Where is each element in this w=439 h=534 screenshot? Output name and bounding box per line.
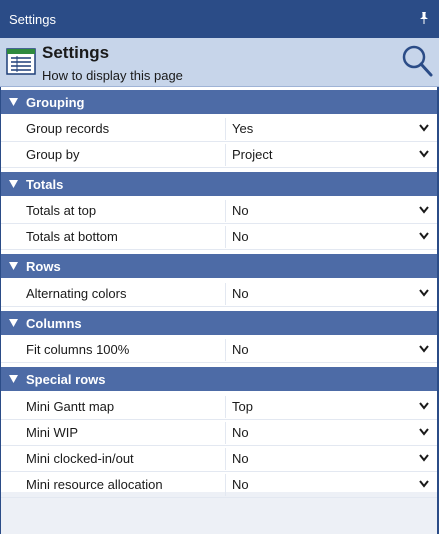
window-titlebar: Settings	[0, 0, 439, 38]
select-value: Top	[232, 399, 253, 414]
chevron-down-icon	[419, 454, 429, 462]
setting-row-mini-gantt-map: Mini Gantt map Top	[1, 394, 437, 420]
collapse-triangle-icon	[9, 262, 18, 270]
collapse-triangle-icon	[9, 98, 18, 106]
select-value: No	[232, 477, 249, 492]
chevron-down-icon	[419, 206, 429, 214]
mini-gantt-map-select[interactable]: Top	[225, 396, 432, 418]
section-rows[interactable]: Rows	[1, 254, 437, 278]
window-title: Settings	[9, 11, 56, 27]
setting-label: Mini resource allocation	[26, 477, 163, 492]
setting-row-totals-at-top: Totals at top No	[1, 198, 437, 224]
setting-row-totals-at-bottom: Totals at bottom No	[1, 224, 437, 250]
chevron-down-icon	[419, 150, 429, 158]
setting-row-alternating-colors: Alternating colors No	[1, 281, 437, 307]
totals-at-bottom-select[interactable]: No	[225, 226, 432, 248]
group-records-select[interactable]: Yes	[225, 118, 432, 140]
chevron-down-icon	[419, 232, 429, 240]
group-by-select[interactable]: Project	[225, 144, 432, 166]
collapse-triangle-icon	[9, 375, 18, 383]
setting-label: Totals at top	[26, 203, 97, 218]
setting-label: Mini Gantt map	[26, 399, 115, 414]
totals-at-top-select[interactable]: No	[225, 200, 432, 222]
pin-icon[interactable]	[418, 11, 430, 25]
section-special-rows[interactable]: Special rows	[1, 367, 437, 391]
mini-wip-select[interactable]: No	[225, 422, 432, 444]
select-value: No	[232, 451, 249, 466]
settings-panel: Grouping Group records Yes Group by Proj…	[0, 87, 439, 534]
select-value: No	[232, 342, 249, 357]
setting-row-mini-resource-allocation: Mini resource allocation No	[1, 472, 437, 498]
settings-header: Settings How to display this page	[0, 38, 439, 87]
setting-row-group-by: Group by Project	[1, 142, 437, 168]
setting-label: Mini WIP	[26, 425, 78, 440]
section-totals[interactable]: Totals	[1, 172, 437, 196]
chevron-down-icon	[419, 289, 429, 297]
chevron-down-icon	[419, 402, 429, 410]
settings-list: Grouping Group records Yes Group by Proj…	[1, 87, 437, 498]
page-subtitle: How to display this page	[42, 68, 183, 83]
chevron-down-icon	[419, 480, 429, 488]
section-title: Special rows	[26, 372, 106, 387]
setting-row-group-records: Group records Yes	[1, 116, 437, 142]
select-value: No	[232, 229, 249, 244]
setting-label: Mini clocked-in/out	[26, 451, 134, 466]
section-title: Grouping	[26, 95, 85, 110]
section-title: Totals	[26, 177, 64, 192]
search-icon[interactable]	[400, 43, 434, 79]
setting-label: Group by	[26, 147, 80, 162]
document-grid-icon	[6, 48, 36, 75]
mini-clocked-select[interactable]: No	[225, 448, 432, 470]
setting-label: Totals at bottom	[26, 229, 118, 244]
select-value: No	[232, 425, 249, 440]
section-title: Rows	[26, 259, 61, 274]
setting-label: Fit columns 100%	[26, 342, 130, 357]
chevron-down-icon	[419, 345, 429, 353]
select-value: Yes	[232, 121, 254, 136]
page-title: Settings	[42, 43, 110, 62]
mini-resource-allocation-select[interactable]: No	[225, 474, 432, 496]
setting-row-mini-wip: Mini WIP No	[1, 420, 437, 446]
collapse-triangle-icon	[9, 319, 18, 327]
alternating-colors-select[interactable]: No	[225, 283, 432, 305]
select-value: No	[232, 203, 249, 218]
setting-label: Alternating colors	[26, 286, 127, 301]
fit-columns-select[interactable]: No	[225, 339, 432, 361]
section-grouping[interactable]: Grouping	[1, 90, 437, 114]
setting-label: Group records	[26, 121, 110, 136]
chevron-down-icon	[419, 428, 429, 436]
select-value: Project	[232, 147, 273, 162]
chevron-down-icon	[419, 124, 429, 132]
section-title: Columns	[26, 316, 82, 331]
setting-row-fit-columns: Fit columns 100% No	[1, 337, 437, 363]
setting-row-mini-clocked: Mini clocked-in/out No	[1, 446, 437, 472]
section-columns[interactable]: Columns	[1, 311, 437, 335]
select-value: No	[232, 286, 249, 301]
collapse-triangle-icon	[9, 180, 18, 188]
